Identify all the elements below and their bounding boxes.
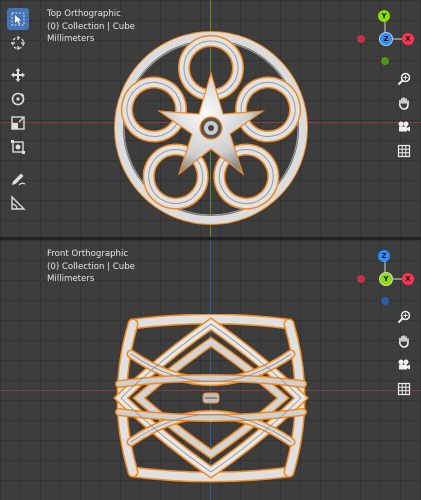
gizmo-y-axis[interactable]: Y: [378, 10, 390, 22]
measure-tool[interactable]: [7, 192, 29, 214]
zoom-button[interactable]: [395, 308, 413, 326]
camera-icon: [398, 121, 410, 132]
gizmo-neg-z[interactable]: [381, 297, 389, 305]
blender-app: Top Orthographic (0) Collection | Cube M…: [0, 0, 421, 500]
rotate-icon: [11, 92, 25, 106]
zoom-button[interactable]: [395, 70, 413, 88]
magnifier-icon: [397, 72, 411, 86]
navigation-gizmo-top[interactable]: Y Z X: [356, 8, 416, 68]
hand-icon: [398, 97, 409, 110]
nav-controls-front: [395, 308, 413, 404]
grid-view-button[interactable]: [395, 380, 413, 398]
gizmo-z-axis[interactable]: Z: [378, 250, 390, 262]
grid-view-button[interactable]: [395, 142, 413, 160]
move-tool[interactable]: [7, 64, 29, 86]
gizmo-y-axis[interactable]: Y: [379, 272, 393, 286]
magnifier-icon: [397, 310, 411, 324]
pan-button[interactable]: [395, 94, 413, 112]
camera-button[interactable]: [395, 118, 413, 136]
model-top-view[interactable]: [111, 28, 311, 228]
gizmo-z-axis[interactable]: Z: [379, 32, 393, 46]
gizmo-x-axis[interactable]: X: [402, 33, 414, 45]
gizmo-x-axis[interactable]: X: [402, 273, 414, 285]
model-front-view[interactable]: [111, 314, 311, 484]
gizmo-neg-x[interactable]: [357, 275, 365, 283]
gizmo-neg-y[interactable]: [381, 57, 389, 65]
units-label: Millimeters: [47, 274, 95, 284]
nav-controls-top: [395, 70, 413, 166]
pan-button[interactable]: [395, 332, 413, 350]
camera-icon: [398, 359, 410, 370]
gizmo-neg-x[interactable]: [357, 35, 365, 43]
scale-icon: [11, 116, 25, 130]
hand-icon: [398, 335, 409, 348]
view-name: Top Orthographic: [47, 9, 121, 19]
cursor-tool[interactable]: [7, 32, 29, 54]
navigation-gizmo-front[interactable]: Z Y X: [356, 248, 416, 308]
camera-button[interactable]: [395, 356, 413, 374]
transform-tool[interactable]: [7, 136, 29, 158]
view-name: Front Orthographic: [47, 249, 129, 259]
scale-tool[interactable]: [7, 112, 29, 134]
grid-icon: [397, 382, 411, 396]
cursor-arrow-icon: [11, 12, 25, 26]
annotate-tool[interactable]: [7, 168, 29, 190]
transform-icon: [11, 140, 25, 154]
rotate-tool[interactable]: [7, 88, 29, 110]
viewport-top[interactable]: Top Orthographic (0) Collection | Cube M…: [0, 0, 421, 237]
grid-icon: [397, 144, 411, 158]
select-box-tool[interactable]: [7, 8, 29, 30]
crosshair-icon: [11, 36, 25, 50]
move-arrows-icon: [11, 68, 25, 82]
viewport-info-front: Front Orthographic (0) Collection | Cube…: [47, 248, 135, 286]
ruler-icon: [11, 195, 26, 210]
pencil-icon: [12, 173, 26, 186]
viewport-front[interactable]: Front Orthographic (0) Collection | Cube…: [0, 240, 421, 500]
tool-shelf: [7, 8, 31, 216]
collection-info: (0) Collection | Cube: [47, 261, 135, 272]
